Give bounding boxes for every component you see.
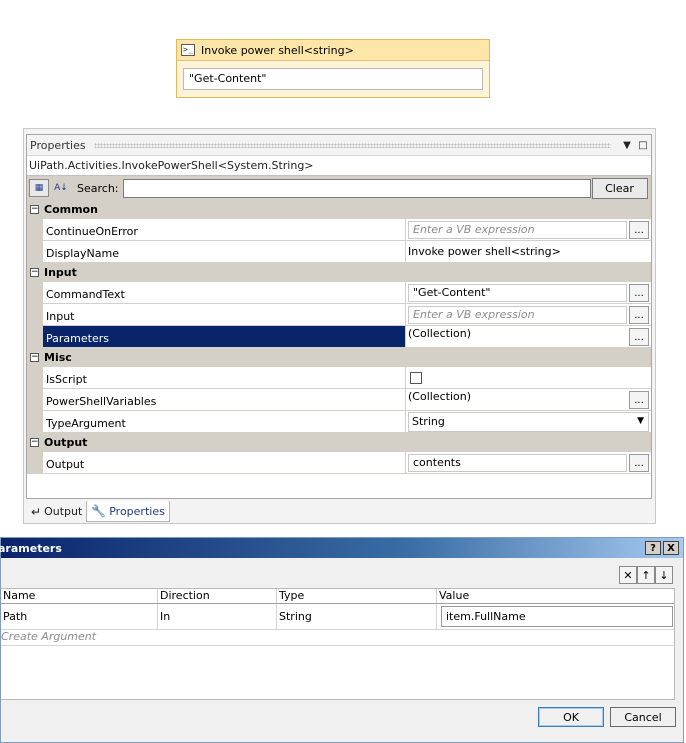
search-input[interactable] <box>122 178 591 198</box>
property-name[interactable]: Input <box>43 304 406 325</box>
dialog-title-bar[interactable]: arameters ? X <box>0 538 683 558</box>
output-input[interactable]: contents <box>408 454 627 472</box>
arguments-table: Name Direction Type Value Path In String… <box>1 588 675 700</box>
argument-direction[interactable]: In <box>158 604 277 629</box>
move-down-icon[interactable]: ↓ <box>655 566 673 584</box>
argument-toolbar: ✕ ↑ ↓ <box>619 566 673 584</box>
type-argument-select[interactable]: String ▼ <box>408 412 649 432</box>
table-header: Name Direction Type Value <box>1 589 674 604</box>
category-label: Misc <box>44 351 72 364</box>
panel-grip[interactable] <box>93 142 611 148</box>
ok-button[interactable]: OK <box>538 707 604 727</box>
argument-type[interactable]: String <box>277 604 437 629</box>
type-argument-value: String <box>412 415 445 428</box>
property-row-is-script[interactable]: IsScript <box>27 367 651 389</box>
ellipsis-button[interactable]: ... <box>629 391 649 409</box>
property-grid: − Common ContinueOnError Enter a VB expr… <box>27 200 651 474</box>
property-name[interactable]: TypeArgument <box>43 411 406 432</box>
continue-on-error-input[interactable]: Enter a VB expression <box>408 221 627 239</box>
tab-label: Output <box>44 505 83 518</box>
category-label: Output <box>44 436 88 449</box>
search-label: Search: <box>77 181 119 195</box>
property-row-command-text[interactable]: CommandText "Get-Content" ... <box>27 282 651 304</box>
clear-button[interactable]: Clear <box>591 177 648 199</box>
ellipsis-button[interactable]: ... <box>629 306 649 324</box>
ellipsis-button[interactable]: ... <box>629 221 649 239</box>
tab-properties[interactable]: 🔧 Properties <box>86 501 170 522</box>
category-output[interactable]: − Output <box>27 433 651 452</box>
parameters-dialog: arameters ? X ✕ ↑ ↓ Name Direction Type … <box>0 537 684 743</box>
panel-menu-dropdown-icon[interactable]: ▼ <box>619 140 635 151</box>
powershell-icon: >_ <box>181 44 195 56</box>
category-input[interactable]: − Input <box>27 263 651 282</box>
property-name-selected[interactable]: Parameters <box>43 326 406 347</box>
property-row-display-name[interactable]: DisplayName Invoke power shell<string> <box>27 241 651 263</box>
property-row-continue-on-error[interactable]: ContinueOnError Enter a VB expression ..… <box>27 219 651 241</box>
category-common[interactable]: − Common <box>27 200 651 219</box>
argument-name[interactable]: Path <box>1 604 158 629</box>
move-up-icon[interactable]: ↑ <box>637 566 655 584</box>
category-label: Common <box>44 203 98 216</box>
output-arrow-icon: ↵ <box>31 504 42 519</box>
collapse-icon[interactable]: − <box>30 438 39 447</box>
argument-value-input[interactable]: item.FullName <box>441 606 673 627</box>
property-name[interactable]: ContinueOnError <box>43 219 406 240</box>
tab-label: Properties <box>109 504 165 518</box>
alphabetical-sort-icon[interactable]: A↓ <box>51 179 71 197</box>
column-header-type[interactable]: Type <box>277 589 437 603</box>
chevron-down-icon[interactable]: ▼ <box>637 416 644 426</box>
input-expression-input[interactable]: Enter a VB expression <box>408 306 627 324</box>
ellipsis-button[interactable]: ... <box>629 284 649 302</box>
property-row-output[interactable]: Output contents ... <box>27 452 651 474</box>
panel-title-bar: Properties ▼ □ <box>27 135 651 155</box>
category-label: Input <box>44 266 77 279</box>
category-misc[interactable]: − Misc <box>27 348 651 367</box>
activity-command-input[interactable]: "Get-Content" <box>183 68 483 90</box>
ellipsis-button[interactable]: ... <box>629 454 649 472</box>
dialog-title: arameters <box>0 541 62 555</box>
column-header-direction[interactable]: Direction <box>158 589 277 603</box>
table-row[interactable]: Path In String item.FullName <box>1 604 674 630</box>
cancel-button[interactable]: Cancel <box>610 707 676 727</box>
column-header-name[interactable]: Name <box>1 589 158 603</box>
property-row-type-argument[interactable]: TypeArgument String ▼ <box>27 411 651 433</box>
property-name[interactable]: Output <box>43 452 406 473</box>
property-name[interactable]: PowerShellVariables <box>43 389 406 410</box>
is-script-checkbox[interactable] <box>410 372 422 384</box>
create-argument-link[interactable]: Create Argument <box>1 630 674 646</box>
panel-title: Properties <box>30 138 86 152</box>
property-row-input[interactable]: Input Enter a VB expression ... <box>27 304 651 326</box>
property-name[interactable]: IsScript <box>43 367 406 388</box>
selected-type-name: UiPath.Activities.InvokePowerShell<Syste… <box>27 155 651 175</box>
wrench-icon: 🔧 <box>91 504 107 518</box>
delete-argument-icon[interactable]: ✕ <box>619 566 637 584</box>
collapse-icon[interactable]: − <box>30 205 39 214</box>
panel-maximize-icon[interactable]: □ <box>635 140 651 151</box>
property-row-powershell-variables[interactable]: PowerShellVariables (Collection) ... <box>27 389 651 411</box>
property-name[interactable]: CommandText <box>43 282 406 303</box>
collapse-icon[interactable]: − <box>30 268 39 277</box>
activity-header[interactable]: >_ Invoke power shell<string> <box>177 40 489 61</box>
property-name[interactable]: DisplayName <box>43 241 406 262</box>
powershell-variables-value: (Collection) <box>408 390 471 403</box>
properties-panel: Properties ▼ □ UiPath.Activities.InvokeP… <box>26 134 652 499</box>
tab-output[interactable]: ↵ Output <box>27 501 86 522</box>
property-row-parameters[interactable]: Parameters (Collection) ... <box>27 326 651 348</box>
column-header-value[interactable]: Value <box>437 589 674 603</box>
command-text-input[interactable]: "Get-Content" <box>408 284 627 302</box>
parameters-ellipsis-button[interactable]: ... <box>629 328 649 346</box>
categorized-view-icon[interactable]: ▦ <box>29 179 49 197</box>
help-button[interactable]: ? <box>645 541 661 555</box>
properties-toolbar: ▦ A↓ Search: Clear <box>27 175 651 200</box>
collapse-icon[interactable]: − <box>30 353 39 362</box>
close-button[interactable]: X <box>663 541 679 555</box>
invoke-powershell-activity[interactable]: >_ Invoke power shell<string> "Get-Conte… <box>176 39 490 98</box>
activity-title: Invoke power shell<string> <box>201 43 354 57</box>
display-name-value[interactable]: Invoke power shell<string> <box>408 245 561 258</box>
bottom-tab-strip: ↵ Output 🔧 Properties <box>27 500 170 522</box>
parameters-value: (Collection) <box>408 327 471 340</box>
